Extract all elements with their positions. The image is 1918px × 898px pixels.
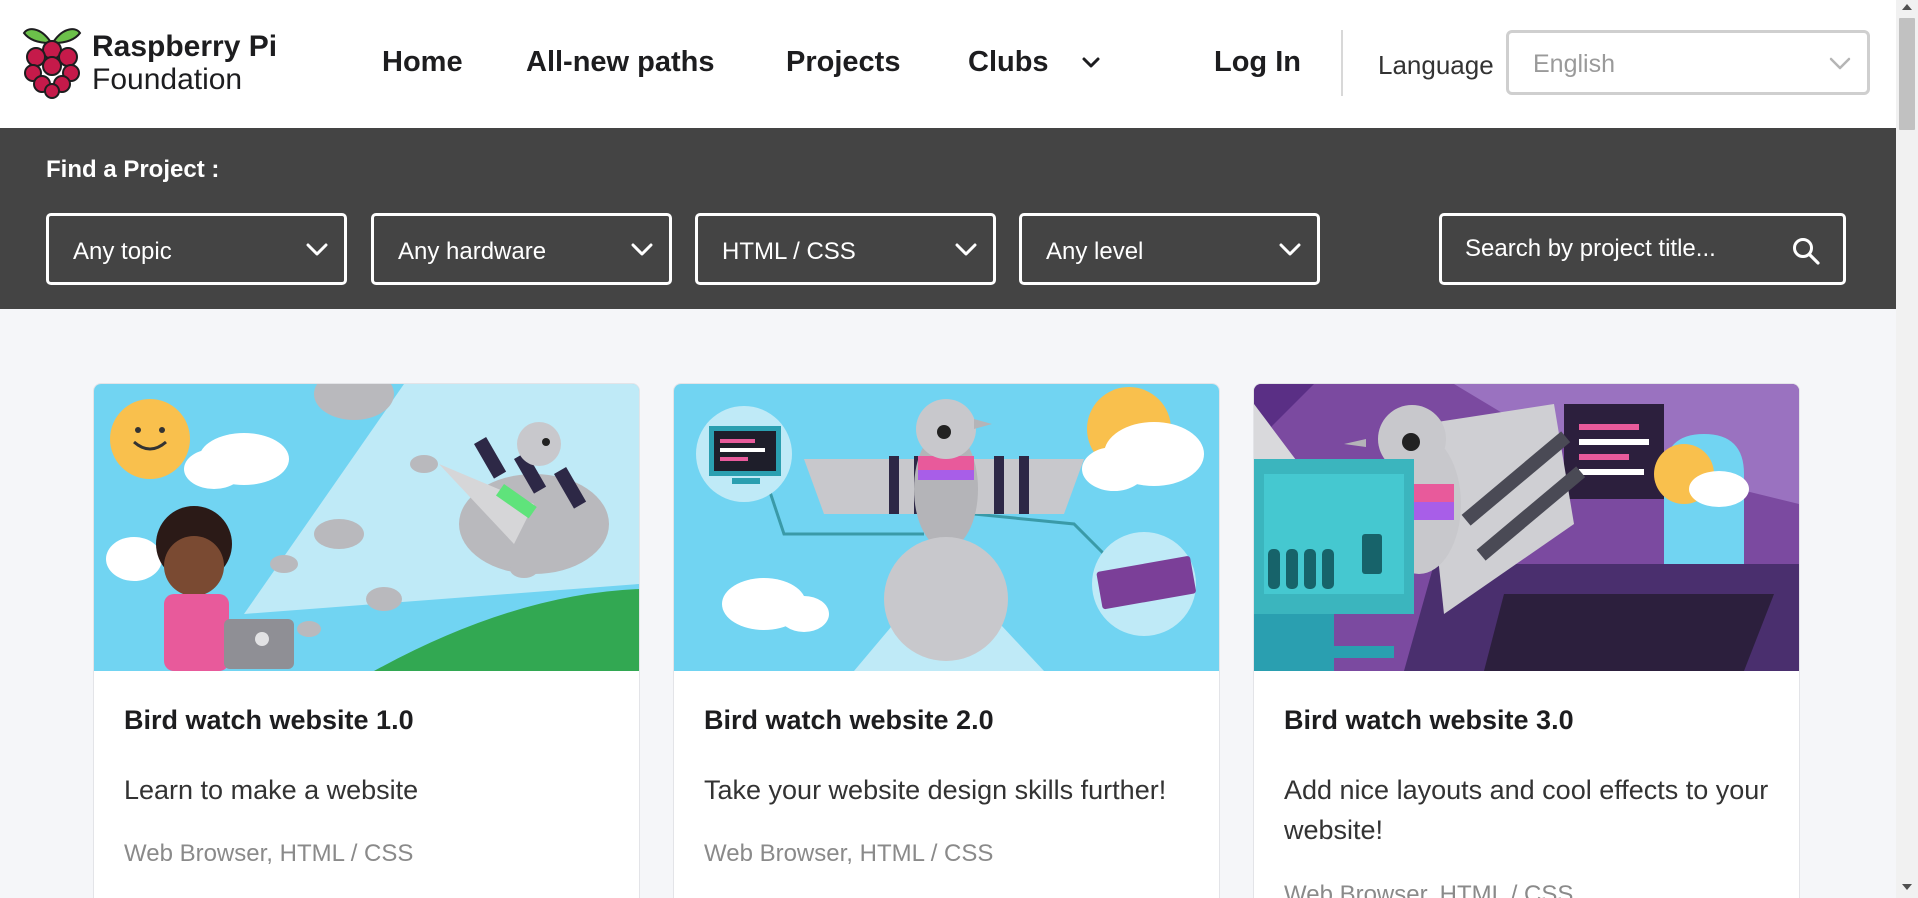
brand-name[interactable]: Raspberry Pi Foundation — [92, 30, 277, 96]
chevron-down-icon — [1279, 243, 1301, 256]
chevron-down-icon[interactable] — [1080, 52, 1102, 74]
project-search-box — [1439, 213, 1846, 285]
language-select[interactable]: English — [1506, 30, 1870, 95]
project-card-tags: Web Browser, HTML / CSS — [704, 840, 994, 867]
project-filter-bar: Find a Project : Any topic Any hardware … — [0, 128, 1896, 309]
project-card-image — [1254, 384, 1799, 671]
project-card-tags: Web Browser, HTML / CSS — [1284, 881, 1574, 898]
language-label: Language — [1378, 50, 1494, 80]
topic-filter-select[interactable]: Any topic — [46, 213, 347, 285]
software-filter-select[interactable]: HTML / CSS — [695, 213, 996, 285]
chevron-down-icon — [955, 243, 977, 256]
software-filter-value: HTML / CSS — [722, 238, 856, 265]
scroll-down-arrow-icon[interactable] — [1902, 884, 1912, 890]
topic-filter-value: Any topic — [73, 238, 172, 265]
project-card-image — [94, 384, 639, 671]
project-card-tags: Web Browser, HTML / CSS — [124, 840, 414, 867]
project-card-bird-watch-1[interactable]: Bird watch website 1.0 Learn to make a w… — [93, 383, 640, 898]
level-filter-value: Any level — [1046, 238, 1144, 265]
nav-home[interactable]: Home — [382, 46, 463, 79]
scrollbar-thumb[interactable] — [1899, 18, 1915, 130]
project-card-description: Add nice layouts and cool effects to you… — [1284, 775, 1769, 845]
project-card-bird-watch-3[interactable]: Bird watch website 3.0 Add nice layouts … — [1253, 383, 1800, 898]
find-project-label: Find a Project : — [46, 156, 220, 183]
nav-clubs[interactable]: Clubs — [968, 46, 1049, 79]
project-card-title[interactable]: Bird watch website 2.0 — [704, 705, 994, 736]
project-card-title[interactable]: Bird watch website 1.0 — [124, 705, 414, 736]
login-link[interactable]: Log In — [1214, 46, 1301, 79]
hardware-filter-value: Any hardware — [398, 238, 547, 265]
project-card-description: Take your website design skills further! — [704, 775, 1167, 805]
nav-projects[interactable]: Projects — [786, 46, 900, 79]
brand-line-1: Raspberry Pi — [92, 30, 278, 63]
header-divider — [1341, 30, 1343, 96]
scroll-up-arrow-icon[interactable] — [1902, 4, 1912, 10]
nav-all-new-paths[interactable]: All-new paths — [526, 46, 715, 79]
chevron-down-icon — [1829, 57, 1851, 70]
raspberry-logo-icon[interactable] — [22, 25, 82, 99]
level-filter-select[interactable]: Any level — [1019, 213, 1320, 285]
project-search-input[interactable] — [1445, 219, 1775, 279]
project-card-title[interactable]: Bird watch website 3.0 — [1284, 705, 1574, 736]
brand-line-2: Foundation — [92, 63, 243, 96]
chevron-down-icon — [306, 243, 328, 256]
language-value: English — [1533, 50, 1615, 78]
search-icon[interactable] — [1791, 236, 1821, 266]
hardware-filter-select[interactable]: Any hardware — [371, 213, 672, 285]
project-card-image — [674, 384, 1219, 671]
project-card-bird-watch-2[interactable]: Bird watch website 2.0 Take your website… — [673, 383, 1220, 898]
project-card-description: Learn to make a website — [124, 775, 419, 805]
page-scrollbar[interactable] — [1896, 0, 1918, 898]
site-header: Raspberry Pi Foundation Home All-new pat… — [0, 0, 1896, 128]
chevron-down-icon — [631, 243, 653, 256]
